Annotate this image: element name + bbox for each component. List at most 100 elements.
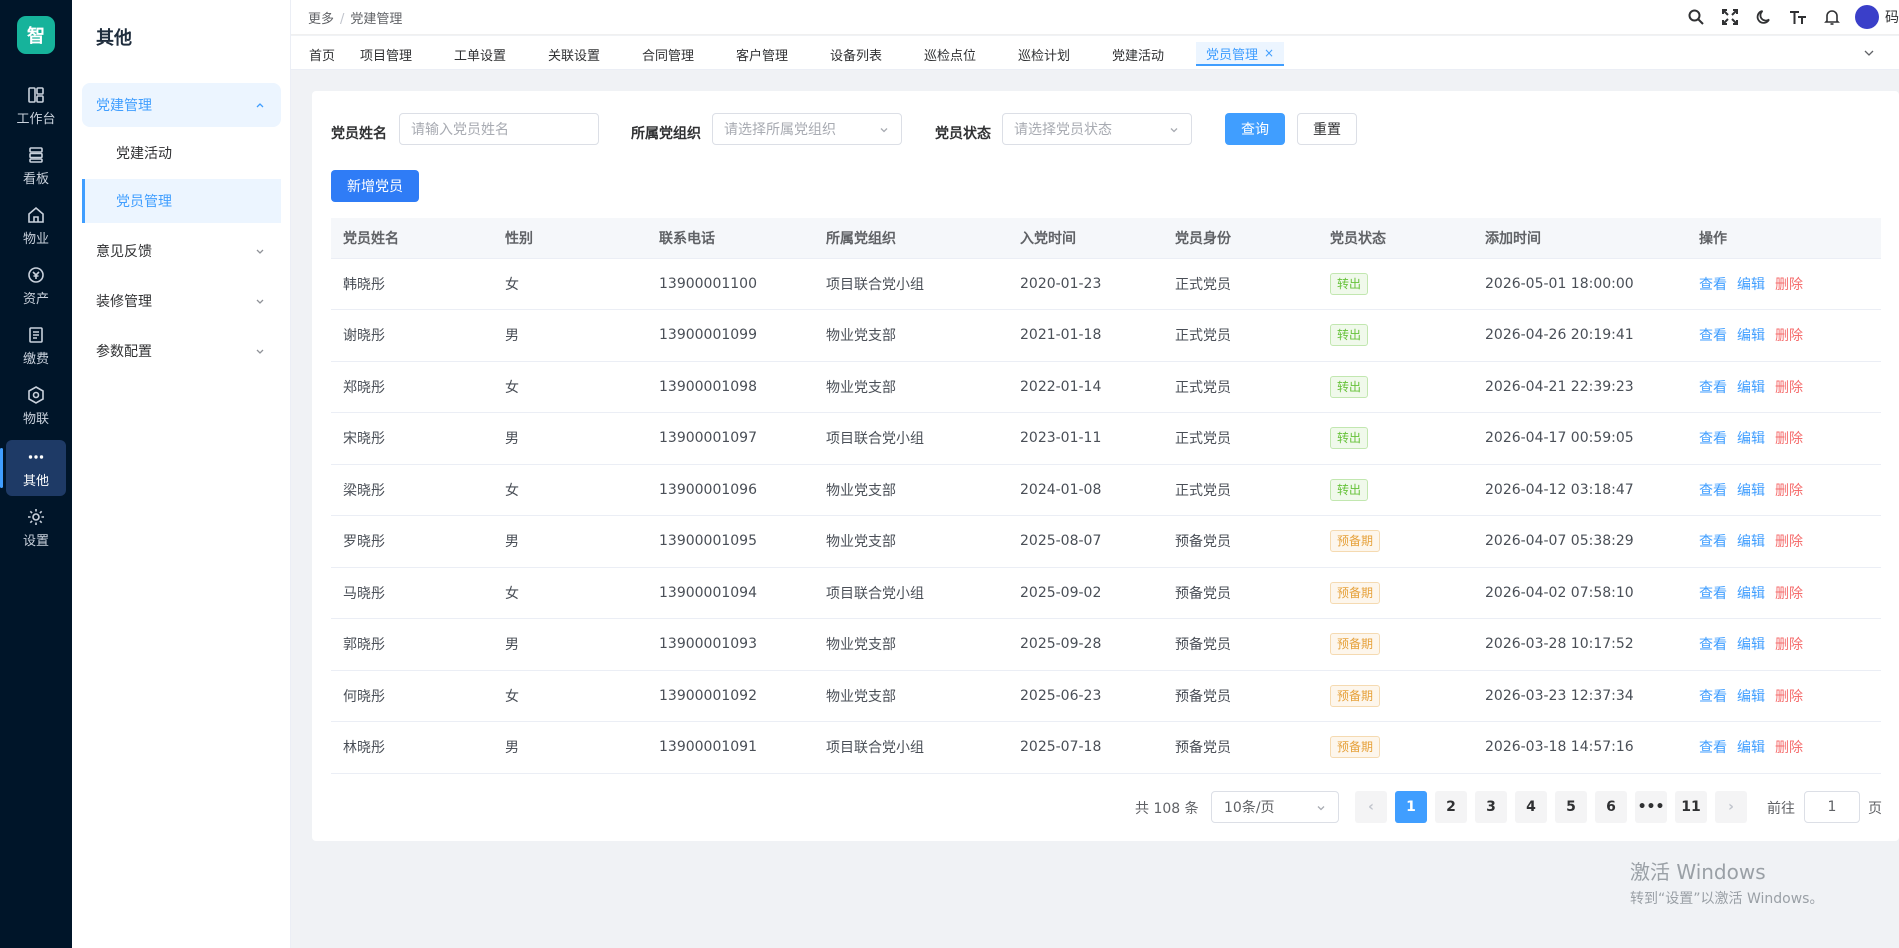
- delete-link[interactable]: 删除: [1775, 689, 1803, 705]
- tab-member-management[interactable]: 党员管理 ×: [1196, 42, 1285, 66]
- delete-link[interactable]: 删除: [1775, 586, 1803, 602]
- app-logo[interactable]: 智: [17, 16, 55, 54]
- avatar[interactable]: [1855, 5, 1879, 29]
- page-size-select[interactable]: 10条/页: [1211, 791, 1339, 823]
- cell-actions: 查看 编辑 删除: [1687, 618, 1881, 671]
- page-button[interactable]: 2: [1435, 791, 1467, 823]
- sidebar-title: 其他: [96, 28, 132, 49]
- cell-added-time: 2026-05-01 18:00:00: [1473, 258, 1687, 310]
- cell-identity: 正式党员: [1163, 361, 1318, 413]
- rail-item-settings[interactable]: 设置: [6, 500, 66, 556]
- chevron-down-icon[interactable]: [1863, 47, 1875, 59]
- edit-link[interactable]: 编辑: [1737, 637, 1765, 653]
- edit-link[interactable]: 编辑: [1737, 483, 1765, 499]
- notification-button[interactable]: [1815, 4, 1849, 30]
- rail-item-property[interactable]: 物业: [6, 198, 66, 254]
- delete-link[interactable]: 删除: [1775, 637, 1803, 653]
- org-select[interactable]: 请选择所属党组织: [712, 113, 902, 145]
- delete-link[interactable]: 删除: [1775, 380, 1803, 396]
- prev-page-button[interactable]: ‹: [1355, 791, 1387, 823]
- edit-link[interactable]: 编辑: [1737, 380, 1765, 396]
- sidebar-item-party-activity[interactable]: 党建活动: [82, 131, 281, 175]
- cell-gender: 女: [493, 361, 647, 413]
- sidebar-group-feedback[interactable]: 意见反馈: [82, 229, 281, 273]
- tab-association-settings[interactable]: 关联设置: [548, 42, 600, 66]
- rail-item-label: 物联: [22, 412, 49, 427]
- page-button[interactable]: 6: [1595, 791, 1627, 823]
- view-link[interactable]: 查看: [1699, 637, 1727, 653]
- cell-status: 转出: [1318, 412, 1473, 465]
- tab-home[interactable]: 首页: [309, 42, 335, 66]
- tab-customer-management[interactable]: 客户管理: [736, 42, 788, 66]
- page-button[interactable]: 4: [1515, 791, 1547, 823]
- sidebar-group-party-building[interactable]: 党建管理: [82, 83, 281, 127]
- view-link[interactable]: 查看: [1699, 328, 1727, 344]
- edit-link[interactable]: 编辑: [1737, 431, 1765, 447]
- cell-gender: 女: [493, 258, 647, 310]
- edit-link[interactable]: 编辑: [1737, 740, 1765, 756]
- delete-link[interactable]: 删除: [1775, 740, 1803, 756]
- delete-link[interactable]: 删除: [1775, 431, 1803, 447]
- next-page-button[interactable]: ›: [1715, 791, 1747, 823]
- dark-mode-button[interactable]: [1747, 4, 1781, 30]
- view-link[interactable]: 查看: [1699, 277, 1727, 293]
- edit-link[interactable]: 编辑: [1737, 277, 1765, 293]
- view-link[interactable]: 查看: [1699, 740, 1727, 756]
- status-select[interactable]: 请选择党员状态: [1002, 113, 1192, 145]
- rail-item-other[interactable]: 其他: [0, 440, 66, 496]
- cell-added-time: 2026-04-02 07:58:10: [1473, 567, 1687, 619]
- cell-name: 韩晓彤: [331, 258, 493, 310]
- table-row: 马晓彤女 13900001094 项目联合党小组 2025-09-02 预备党员 预备期 2…: [331, 567, 1881, 619]
- font-size-button[interactable]: [1781, 4, 1815, 30]
- more-pages-button[interactable]: •••: [1635, 791, 1667, 823]
- edit-link[interactable]: 编辑: [1737, 689, 1765, 705]
- edit-link[interactable]: 编辑: [1737, 586, 1765, 602]
- member-name-input[interactable]: 请输入党员姓名: [399, 113, 599, 145]
- delete-link[interactable]: 删除: [1775, 328, 1803, 344]
- rail-item-assets[interactable]: 资产: [6, 258, 66, 314]
- reset-button[interactable]: 重置: [1297, 113, 1357, 145]
- cell-name: 谢晓彤: [331, 309, 493, 362]
- tab-device-list[interactable]: 设备列表: [830, 42, 882, 66]
- tab-project-management[interactable]: 项目管理: [360, 42, 412, 66]
- tab-workorder-settings[interactable]: 工单设置: [454, 42, 506, 66]
- rail-item-payment[interactable]: 缴费: [6, 318, 66, 374]
- rail-item-board[interactable]: 看板: [6, 138, 66, 194]
- view-link[interactable]: 查看: [1699, 380, 1727, 396]
- fullscreen-button[interactable]: [1713, 4, 1747, 30]
- page-button[interactable]: 3: [1475, 791, 1507, 823]
- column-header: 性别: [493, 218, 647, 259]
- tab-party-activity[interactable]: 党建活动: [1112, 42, 1164, 66]
- rail-item-iot[interactable]: 物联: [6, 378, 66, 434]
- delete-link[interactable]: 删除: [1775, 277, 1803, 293]
- view-link[interactable]: 查看: [1699, 689, 1727, 705]
- rail-item-workbench[interactable]: 工作台: [6, 78, 66, 134]
- edit-link[interactable]: 编辑: [1737, 534, 1765, 550]
- sidebar-group-renovation[interactable]: 装修管理: [82, 279, 281, 323]
- goto-page-input[interactable]: 1: [1804, 791, 1860, 823]
- sidebar-item-member-management[interactable]: 党员管理: [82, 179, 281, 223]
- breadcrumb-item: 党建管理: [350, 12, 403, 27]
- sidebar-group-params[interactable]: 参数配置: [82, 329, 281, 373]
- view-link[interactable]: 查看: [1699, 586, 1727, 602]
- tab-contract-management[interactable]: 合同管理: [642, 42, 694, 66]
- search-button[interactable]: [1679, 4, 1713, 30]
- breadcrumb-item[interactable]: 更多: [308, 12, 334, 27]
- view-link[interactable]: 查看: [1699, 431, 1727, 447]
- view-link[interactable]: 查看: [1699, 483, 1727, 499]
- view-link[interactable]: 查看: [1699, 534, 1727, 550]
- page-button[interactable]: 11: [1675, 791, 1707, 823]
- tab-inspection-plan[interactable]: 巡检计划: [1018, 42, 1070, 66]
- close-icon[interactable]: ×: [1264, 46, 1274, 60]
- add-member-button[interactable]: 新增党员: [331, 170, 419, 202]
- edit-link[interactable]: 编辑: [1737, 328, 1765, 344]
- query-button[interactable]: 查询: [1225, 113, 1285, 145]
- cell-identity: 预备党员: [1163, 567, 1318, 619]
- page-button[interactable]: 1: [1395, 791, 1427, 823]
- sidebar-group-label: 党建管理: [96, 98, 152, 114]
- page-button[interactable]: 5: [1555, 791, 1587, 823]
- user-name[interactable]: 码: [1885, 7, 1899, 27]
- delete-link[interactable]: 删除: [1775, 483, 1803, 499]
- delete-link[interactable]: 删除: [1775, 534, 1803, 550]
- tab-inspection-points[interactable]: 巡检点位: [924, 42, 976, 66]
